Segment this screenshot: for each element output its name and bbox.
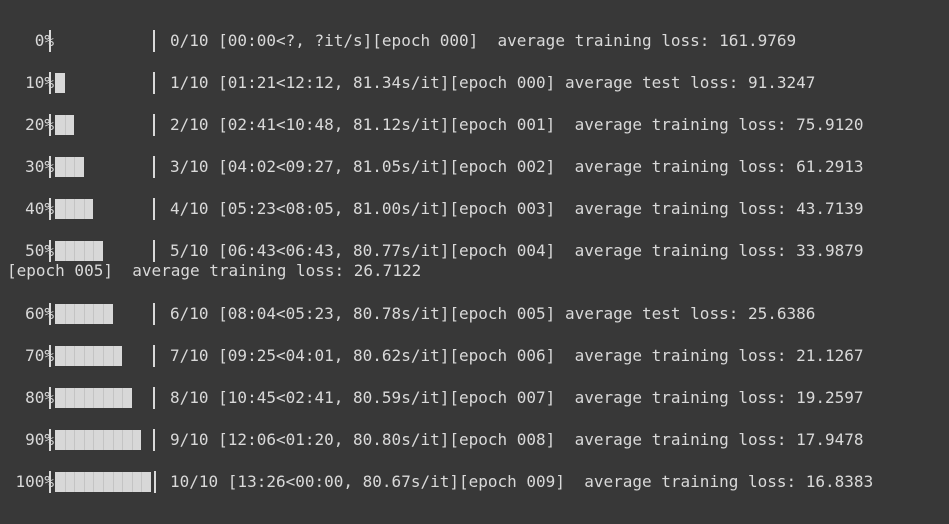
- progress-bar-segment: [122, 472, 123, 492]
- progress-bar-left-edge: [49, 114, 51, 136]
- progress-stats: 9/10 [12:06<01:20, 80.80s/it][epoch 008]…: [170, 430, 864, 449]
- progress-bar-segment: [65, 241, 66, 261]
- progress-bar-segment: [132, 430, 133, 450]
- progress-stats: 1/10 [01:21<12:12, 81.34s/it][epoch 000]…: [170, 73, 816, 92]
- progress-bar-segment: [93, 304, 94, 324]
- progress-bar-left-edge: [49, 303, 51, 325]
- progress-bar-segment: [65, 430, 66, 450]
- progress-line: 40% 4/10 [05:23<08:05, 81.00s/it][epoch 0…: [0, 198, 949, 220]
- progress-bar-segment: [65, 115, 66, 135]
- progress-percent: 0%: [34, 31, 54, 50]
- progress-line: 50% 5/10 [06:43<06:43, 80.77s/it][epoch 0…: [0, 240, 949, 262]
- progress-bar-segment: [74, 199, 75, 219]
- progress-bar-left-edge: [49, 156, 51, 178]
- progress-bar-segment: [132, 472, 133, 492]
- progress-bar-segment: [93, 430, 94, 450]
- progress-bar-segment: [65, 346, 66, 366]
- progress-line: 30% 3/10 [04:02<09:27, 81.05s/it][epoch 0…: [0, 156, 949, 178]
- progress-stats: 0/10 [00:00<?, ?it/s][epoch 000] average…: [170, 31, 797, 50]
- progress-bar-segment: [103, 388, 104, 408]
- progress-bar-fill: [55, 73, 65, 93]
- progress-bar-segment: [141, 472, 142, 492]
- output-panel: { "progress_lines": [ {"percent": "0%", …: [0, 0, 949, 524]
- progress-stats: 5/10 [06:43<06:43, 80.77s/it][epoch 004]…: [170, 241, 864, 260]
- progress-stats: 8/10 [10:45<02:41, 80.59s/it][epoch 007]…: [170, 388, 864, 407]
- progress-stats: 3/10 [04:02<09:27, 81.05s/it][epoch 002]…: [170, 157, 864, 176]
- progress-bar-segment: [84, 472, 85, 492]
- progress-bar-left-edge: [49, 345, 51, 367]
- progress-bar-segment: [74, 241, 75, 261]
- progress-bar-segment: [84, 304, 85, 324]
- progress-line: 10% 1/10 [01:21<12:12, 81.34s/it][epoch 0…: [0, 72, 949, 94]
- progress-bar-right-edge: [154, 471, 156, 493]
- progress-bar-segment: [74, 388, 75, 408]
- progress-bar-segment: [74, 430, 75, 450]
- progress-bar-segment: [74, 157, 75, 177]
- progress-bar-segment: [84, 430, 85, 450]
- progress-bar-segment: [65, 388, 66, 408]
- progress-bar-segment: [74, 304, 75, 324]
- progress-bar-segment: [93, 346, 94, 366]
- progress-bar-left-edge: [49, 240, 51, 262]
- progress-bar-segment: [113, 430, 114, 450]
- progress-bar-right-edge: [153, 156, 155, 178]
- progress-bar-segment: [103, 472, 104, 492]
- progress-stats: 6/10 [08:04<05:23, 80.78s/it][epoch 005]…: [170, 304, 816, 323]
- progress-bar-left-edge: [49, 30, 51, 52]
- progress-bar-segment: [122, 388, 123, 408]
- progress-bar-fill: [55, 241, 103, 261]
- progress-stats: 10/10 [13:26<00:00, 80.67s/it][epoch 009…: [170, 472, 874, 491]
- progress-bar-segment: [84, 388, 85, 408]
- progress-bar-segment: [74, 472, 75, 492]
- progress-bar-left-edge: [49, 72, 51, 94]
- progress-bar-fill: [55, 157, 84, 177]
- epoch-log-line: [epoch 005] average training loss: 26.71…: [7, 261, 422, 280]
- progress-bar-segment: [113, 388, 114, 408]
- progress-bar-segment: [103, 304, 104, 324]
- progress-bar-right-edge: [153, 345, 155, 367]
- progress-bar-segment: [93, 241, 94, 261]
- progress-stats: 7/10 [09:25<04:01, 80.62s/it][epoch 006]…: [170, 346, 864, 365]
- progress-line: 100% 10/10 [13:26<00:00, 80.67s/it][epoch…: [0, 471, 949, 493]
- progress-line: 20% 2/10 [02:41<10:48, 81.12s/it][epoch 0…: [0, 114, 949, 136]
- progress-line: 60% 6/10 [08:04<05:23, 80.78s/it][epoch 0…: [0, 303, 949, 325]
- progress-bar-segment: [84, 346, 85, 366]
- progress-bar-fill: [55, 430, 141, 450]
- progress-bar-right-edge: [153, 429, 155, 451]
- progress-bar-segment: [122, 430, 123, 450]
- progress-bar-segment: [65, 472, 66, 492]
- progress-bar-right-edge: [153, 240, 155, 262]
- progress-bar-right-edge: [153, 72, 155, 94]
- progress-bar-segment: [65, 199, 66, 219]
- progress-bar-right-edge: [153, 387, 155, 409]
- progress-line: 90% 9/10 [12:06<01:20, 80.80s/it][epoch 0…: [0, 429, 949, 451]
- progress-bar-segment: [84, 199, 85, 219]
- progress-bar-segment: [113, 472, 114, 492]
- progress-stats: 4/10 [05:23<08:05, 81.00s/it][epoch 003]…: [170, 199, 864, 218]
- progress-line: 70% 7/10 [09:25<04:01, 80.62s/it][epoch 0…: [0, 345, 949, 367]
- progress-bar-segment: [93, 388, 94, 408]
- progress-bar-segment: [65, 157, 66, 177]
- progress-bar-right-edge: [153, 114, 155, 136]
- progress-bar-segment: [65, 304, 66, 324]
- progress-stats: 2/10 [02:41<10:48, 81.12s/it][epoch 001]…: [170, 115, 864, 134]
- progress-bar-segment: [113, 346, 114, 366]
- progress-bar-segment: [103, 430, 104, 450]
- progress-line: 0% 0/10 [00:00<?, ?it/s][epoch 000] avera…: [0, 30, 949, 52]
- progress-line: 80% 8/10 [10:45<02:41, 80.59s/it][epoch 0…: [0, 387, 949, 409]
- progress-bar-left-edge: [49, 198, 51, 220]
- progress-bar-segment: [103, 346, 104, 366]
- progress-bar-left-edge: [49, 387, 51, 409]
- progress-bar-segment: [93, 472, 94, 492]
- progress-bar-right-edge: [153, 198, 155, 220]
- progress-bar-segment: [74, 346, 75, 366]
- progress-bar-right-edge: [153, 303, 155, 325]
- progress-bar-right-edge: [153, 30, 155, 52]
- progress-bar-left-edge: [49, 471, 51, 493]
- progress-bar-segment: [84, 241, 85, 261]
- progress-bar-left-edge: [49, 429, 51, 451]
